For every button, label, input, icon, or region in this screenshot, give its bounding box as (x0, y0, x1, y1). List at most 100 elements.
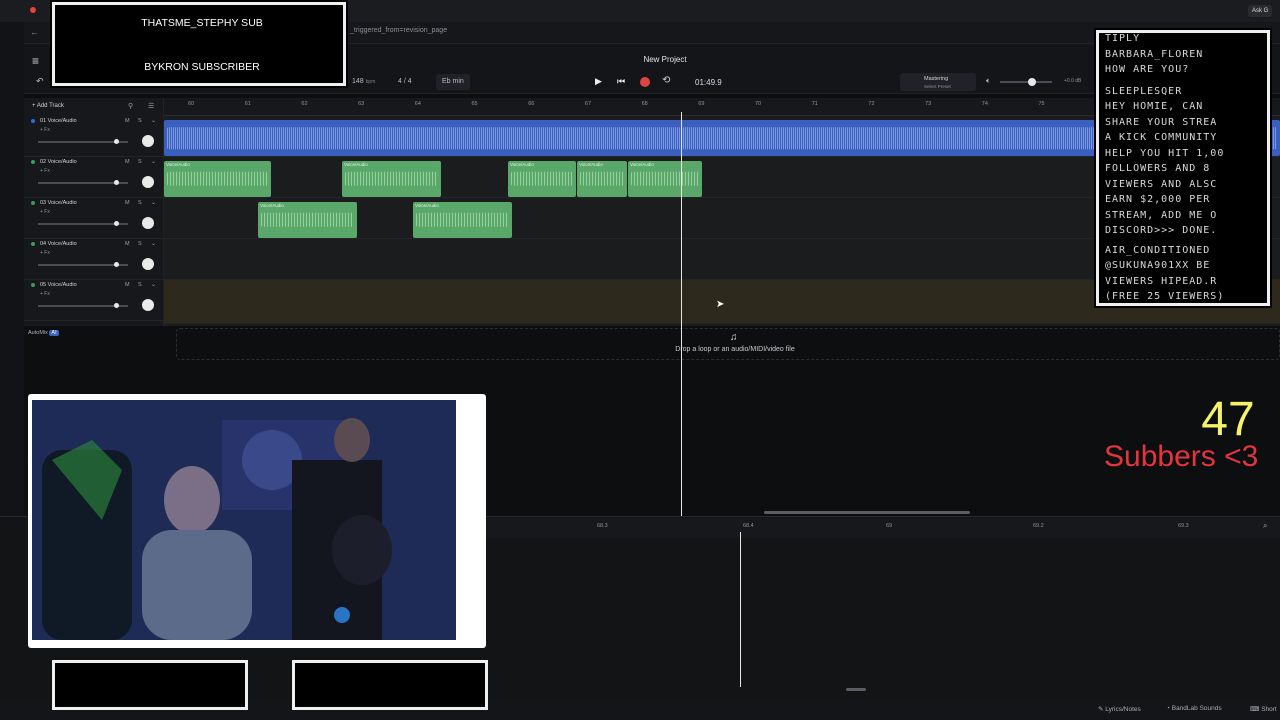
shortcuts-button[interactable]: ⌨ Short (1250, 705, 1277, 713)
track-color-indicator (31, 119, 35, 123)
audio-clip[interactable]: Voice/Audio (342, 161, 441, 197)
mute-button[interactable]: M (125, 241, 130, 247)
skip-back-icon[interactable]: ⏮ (617, 76, 625, 87)
menu-icon[interactable]: ≡ (32, 54, 39, 68)
chevron-down-icon[interactable]: ⌄ (151, 158, 156, 165)
chevron-down-icon[interactable]: ⌄ (151, 240, 156, 247)
project-title[interactable]: New Project (620, 55, 710, 64)
chat-message-line: EARN $2,000 PER (1105, 194, 1211, 205)
decorative-frame-left (52, 660, 248, 710)
mute-button[interactable]: M (125, 118, 130, 124)
drop-zone[interactable] (176, 328, 1280, 360)
ruler-tick: 60 (188, 101, 195, 107)
pan-knob[interactable] (142, 299, 154, 311)
track-name[interactable]: 02 Voice/Audio (40, 159, 77, 165)
track-list-panel: + Add Track ⚲ ☰ 01 Voice/Audio + Fx M S ⌄ 02 … (24, 98, 164, 326)
mute-button[interactable]: M (125, 200, 130, 206)
webcam-feed (32, 400, 456, 640)
pan-knob[interactable] (142, 135, 154, 147)
db-readout: +0.0 dB (1064, 78, 1082, 84)
track-header[interactable]: 05 Voice/Audio + Fx M S ⌄ (24, 280, 164, 321)
track-name[interactable]: 01 Voice/Audio (40, 118, 77, 124)
editor-playhead[interactable] (740, 532, 741, 687)
chat-overlay: TIPLY BARBARA_FLOREN HOW ARE YOU? SLEEPLESQ… (1096, 30, 1270, 306)
solo-button[interactable]: S (138, 200, 142, 206)
track-color-indicator (31, 201, 35, 205)
chat-message-line: AIR_CONDITIONED (1105, 244, 1211, 256)
chat-message-line: HEY HOMIE, CAN (1105, 101, 1204, 112)
track-name[interactable]: 05 Voice/Audio (40, 282, 77, 288)
audio-clip[interactable]: Voice/Audio (508, 161, 576, 197)
add-fx-button[interactable]: + Fx (40, 209, 50, 215)
lyrics-notes-button[interactable]: ✎ Lyrics/Notes (1098, 705, 1141, 713)
master-volume-slider[interactable] (1000, 78, 1052, 86)
mute-button[interactable]: M (125, 282, 130, 288)
track-volume-slider[interactable] (38, 262, 128, 267)
solo-button[interactable]: S (138, 241, 142, 247)
add-fx-button[interactable]: + Fx (40, 250, 50, 256)
track-color-indicator (31, 283, 35, 287)
chat-message-line: BARBARA_FLOREN (1105, 48, 1204, 60)
editor-ruler-tick: 69.2 (1033, 523, 1044, 529)
chevron-down-icon[interactable]: ⌄ (151, 281, 156, 288)
audio-clip[interactable]: Voice/Audio (628, 161, 702, 197)
track-header[interactable]: 01 Voice/Audio + Fx M S ⌄ (24, 116, 164, 157)
audio-clip[interactable]: Voice/Audio (164, 161, 271, 197)
time-signature[interactable]: 4 / 4 (398, 78, 412, 85)
solo-button[interactable]: S (138, 282, 142, 288)
tempo-display[interactable]: 148 bpm (352, 78, 375, 85)
chat-message-line: TIPLY (1105, 33, 1141, 44)
track-name[interactable]: 04 Voice/Audio (40, 241, 77, 247)
zoom-icon[interactable]: ⌕ (1263, 521, 1267, 531)
play-icon[interactable]: ▶ (595, 76, 602, 87)
volume-icon[interactable]: 🔈︎ (986, 76, 991, 86)
back-arrow-icon[interactable]: ← (30, 27, 39, 37)
ruler-tick: 74 (981, 101, 988, 107)
track-volume-slider[interactable] (38, 139, 128, 144)
solo-button[interactable]: S (138, 159, 142, 165)
chevron-down-icon[interactable]: ⌄ (151, 199, 156, 206)
playhead[interactable] (681, 112, 682, 516)
ask-button[interactable]: Ask G (1248, 5, 1273, 17)
editor-scroll-handle[interactable] (846, 688, 866, 691)
chat-message-line: HOW ARE YOU? (1105, 64, 1190, 75)
track-header[interactable]: 03 Voice/Audio + Fx M S ⌄ (24, 198, 164, 239)
track-volume-slider[interactable] (38, 221, 128, 226)
pan-knob[interactable] (142, 258, 154, 270)
close-window-icon[interactable] (30, 7, 36, 13)
track-header[interactable]: 02 Voice/Audio + Fx M S ⌄ (24, 157, 164, 198)
editor-ruler-tick: 69.3 (1178, 523, 1189, 529)
editor-ruler[interactable]: 68.3 68.4 69 69.2 69.3 (480, 518, 1280, 538)
horizontal-scrollbar[interactable] (764, 511, 970, 514)
pan-knob[interactable] (142, 176, 154, 188)
track-volume-slider[interactable] (38, 180, 128, 185)
list-icon[interactable]: ☰ (148, 102, 154, 110)
bandlab-sounds-button[interactable]: ◔ BandLab Sounds (1166, 705, 1222, 712)
record-button[interactable] (640, 77, 650, 87)
chat-message-line: HELP YOU HIT 1,00 (1105, 147, 1225, 159)
audio-clip[interactable]: Voice/Audio (577, 161, 627, 197)
add-fx-button[interactable]: + Fx (40, 291, 50, 297)
solo-button[interactable]: S (138, 118, 142, 124)
wand-icon[interactable]: ⚲ (128, 102, 133, 110)
audio-clip[interactable]: Voice/Audio (413, 202, 512, 238)
track-color-indicator (31, 160, 35, 164)
mastering-selector[interactable]: Mastering Select Preset (900, 73, 976, 91)
automix-toggle[interactable]: AutoMix AI (28, 330, 59, 336)
add-fx-button[interactable]: + Fx (40, 127, 50, 133)
add-fx-button[interactable]: + Fx (40, 168, 50, 174)
music-note-icon: ♫ (730, 332, 738, 343)
add-track-button[interactable]: + Add Track (32, 103, 64, 109)
pan-knob[interactable] (142, 217, 154, 229)
chat-message-line: @SUKUNA901XX BE (1105, 260, 1211, 271)
audio-clip[interactable]: Voice/Audio (258, 202, 357, 238)
track-name[interactable]: 03 Voice/Audio (40, 200, 77, 206)
track-volume-slider[interactable] (38, 303, 128, 308)
track-header[interactable]: 04 Voice/Audio + Fx M S ⌄ (24, 239, 164, 280)
key-selector[interactable]: Eb min (436, 74, 470, 90)
mute-button[interactable]: M (125, 159, 130, 165)
undo-icon[interactable]: ↶ (36, 76, 44, 87)
chat-message-line: DISCORD>>> DONE. (1105, 225, 1218, 236)
chevron-down-icon[interactable]: ⌄ (151, 117, 156, 124)
loop-icon[interactable]: ⟲ (662, 75, 670, 86)
